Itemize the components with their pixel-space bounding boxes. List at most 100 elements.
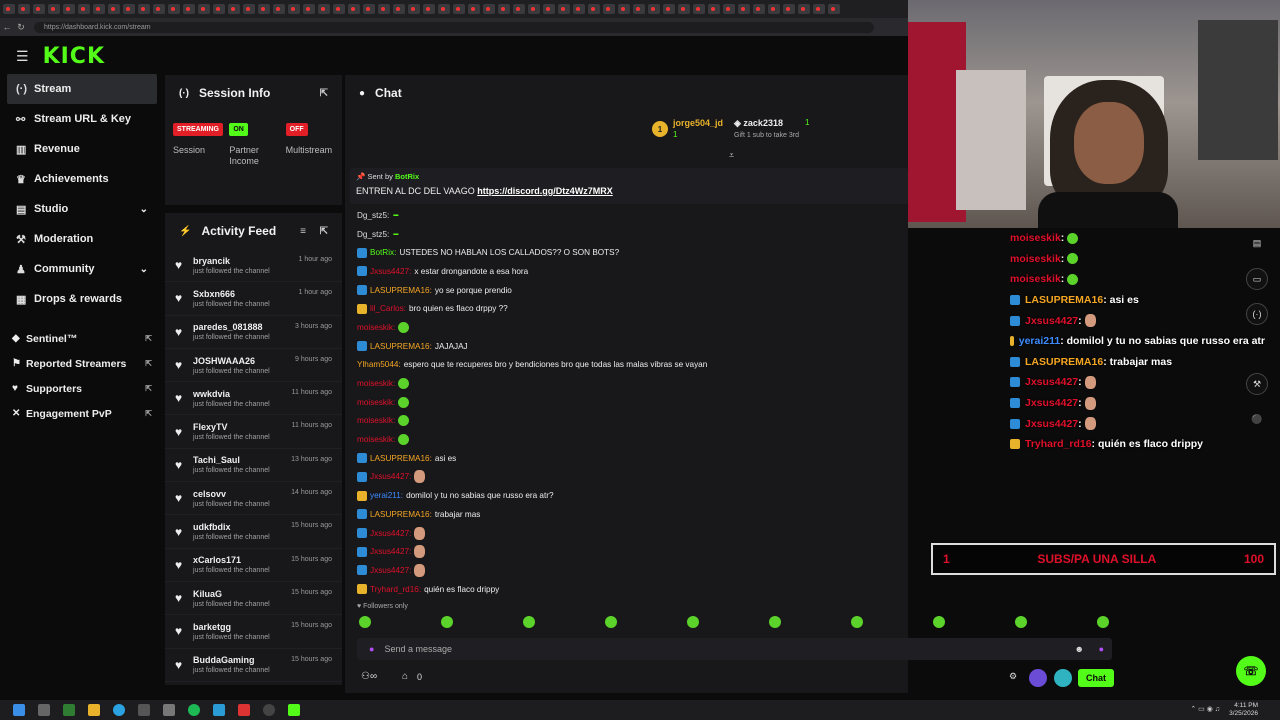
chat-username[interactable]: BotRix: — [370, 248, 396, 257]
browser-tab[interactable] — [588, 4, 600, 14]
kick-logo[interactable]: KICK — [43, 44, 105, 69]
browser-tab[interactable] — [333, 4, 345, 14]
browser-tab[interactable] — [753, 4, 765, 14]
follower-name[interactable]: celsovv — [193, 489, 270, 499]
brave-icon[interactable] — [238, 704, 250, 716]
sidebar-item-stream-url-key[interactable]: ⚯ Stream URL & Key — [0, 104, 160, 134]
browser-tab[interactable] — [363, 4, 375, 14]
emote-icon[interactable] — [523, 616, 535, 628]
emoji-icon[interactable]: ☻ — [1075, 644, 1084, 654]
filter-icon[interactable]: ≡ — [300, 226, 306, 237]
chevron-down-icon[interactable]: ⌄ — [140, 264, 148, 275]
external-link-icon[interactable]: ⇱ — [145, 384, 152, 393]
users-infinity-icon[interactable]: ⚇∞ — [361, 671, 377, 682]
chat-username[interactable]: moiseskik: — [357, 323, 395, 332]
chat-toggle-icon[interactable]: ▭ — [1246, 268, 1268, 290]
emote-icon[interactable] — [605, 616, 617, 628]
browser-tab[interactable] — [768, 4, 780, 14]
popout-icon[interactable]: ⇱ — [320, 88, 328, 99]
browser-tab[interactable] — [738, 4, 750, 14]
support-chat-icon[interactable]: ☏ — [1236, 656, 1266, 686]
sidebar-item-moderation[interactable]: ⚒ Moderation — [0, 224, 160, 254]
browser-tab[interactable] — [618, 4, 630, 14]
browser-tab[interactable] — [408, 4, 420, 14]
follower-name[interactable]: BuddaGaming — [193, 655, 270, 665]
browser-tab[interactable] — [633, 4, 645, 14]
browser-tab[interactable] — [573, 4, 585, 14]
sidebar-item-drops-rewards[interactable]: ▦ Drops & rewards — [0, 284, 160, 314]
external-link-icon[interactable]: ⇱ — [145, 359, 152, 368]
follower-name[interactable]: JOSHWAAA26 — [193, 356, 270, 366]
follower-name[interactable]: Sxbxn666 — [193, 289, 270, 299]
browser-tab[interactable] — [648, 4, 660, 14]
obs-icon[interactable] — [263, 704, 275, 716]
follower-name[interactable]: xCarlos171 — [193, 555, 270, 565]
emote-icon[interactable] — [769, 616, 781, 628]
browser-tab[interactable] — [108, 4, 120, 14]
chat-username[interactable]: Jxsus4427: — [370, 547, 411, 556]
7tv-icon[interactable] — [1029, 669, 1047, 687]
browser-tab[interactable] — [798, 4, 810, 14]
chat-input[interactable]: ● Send a message ☻ ● — [357, 638, 1112, 660]
browser-tab[interactable] — [198, 4, 210, 14]
send-chat-button[interactable]: Chat — [1078, 669, 1114, 687]
browser-tab[interactable] — [168, 4, 180, 14]
chat-username[interactable]: moiseskik: — [357, 435, 395, 444]
browser-tab[interactable] — [213, 4, 225, 14]
chat-username[interactable]: moiseskik: — [357, 379, 395, 388]
app-icon[interactable] — [138, 704, 150, 716]
chat-username[interactable]: LASUPREMA16: — [370, 454, 432, 463]
browser-tab[interactable] — [498, 4, 510, 14]
chat-username[interactable]: Ylham5044: — [357, 360, 401, 369]
pen-icon[interactable] — [163, 704, 175, 716]
broadcast-icon[interactable]: (·) — [1246, 303, 1268, 325]
emote-icon[interactable] — [933, 616, 945, 628]
sidebar-external-2[interactable]: ♥ Supporters ⇱ — [0, 376, 160, 401]
browser-tab[interactable] — [303, 4, 315, 14]
follower-name[interactable]: paredes_081888 — [193, 322, 270, 332]
steam-icon[interactable] — [213, 704, 225, 716]
emote-icon[interactable] — [687, 616, 699, 628]
sidebar-item-community[interactable]: ♟ Community ⌄ — [0, 254, 160, 284]
external-link-icon[interactable]: ⇱ — [145, 334, 152, 343]
browser-tab[interactable] — [393, 4, 405, 14]
chat-username[interactable]: Jxsus4427: — [370, 267, 411, 276]
browser-tab[interactable] — [123, 4, 135, 14]
chat-username[interactable]: LASUPREMA16: — [370, 510, 432, 519]
browser-tab[interactable] — [183, 4, 195, 14]
follower-name[interactable]: wwkdvia — [193, 389, 270, 399]
clipboard-icon[interactable]: ▤ — [1246, 232, 1268, 254]
browser-tab[interactable] — [483, 4, 495, 14]
second-gifter-name[interactable]: ◈ zack2318 — [734, 118, 783, 129]
sidebar-item-stream[interactable]: (·) Stream — [7, 74, 157, 104]
browser-tab[interactable] — [708, 4, 720, 14]
system-tray[interactable]: ⌃ ▭ ◉ ♫ — [1190, 705, 1220, 713]
spotify-icon[interactable] — [188, 704, 200, 716]
sidebar-item-studio[interactable]: ▤ Studio ⌄ — [0, 194, 160, 224]
browser-tab[interactable] — [93, 4, 105, 14]
chat-username[interactable]: Tryhard_rd16: — [370, 585, 421, 594]
emote-icon[interactable] — [359, 616, 371, 628]
browser-tab[interactable] — [813, 4, 825, 14]
follower-name[interactable]: barketgg — [193, 622, 270, 632]
chat-username[interactable]: LASUPREMA16: — [370, 342, 432, 351]
browser-tab[interactable] — [318, 4, 330, 14]
browser-tab[interactable] — [3, 4, 15, 14]
chat-username[interactable]: LASUPREMA16: — [370, 286, 432, 295]
pinned-link[interactable]: https://discord.gg/Dtz4Wz7MRX — [477, 186, 613, 196]
browser-tab[interactable] — [18, 4, 30, 14]
browser-tab[interactable] — [783, 4, 795, 14]
back-icon[interactable]: ← — [0, 22, 14, 32]
chat-username[interactable]: Dg_stz5: — [357, 230, 389, 239]
shop-icon[interactable]: ⌂ — [402, 671, 408, 682]
browser-tab[interactable] — [468, 4, 480, 14]
chat-username[interactable]: moiseskik: — [357, 416, 395, 425]
browser-tab[interactable] — [273, 4, 285, 14]
browser-tab[interactable] — [693, 4, 705, 14]
browser-tab[interactable] — [543, 4, 555, 14]
mic-icon[interactable]: ● — [369, 644, 374, 654]
browser-tab[interactable] — [423, 4, 435, 14]
chat-username[interactable]: Jxsus4427: — [370, 529, 411, 538]
browser-tab[interactable] — [453, 4, 465, 14]
browser-tab[interactable] — [603, 4, 615, 14]
